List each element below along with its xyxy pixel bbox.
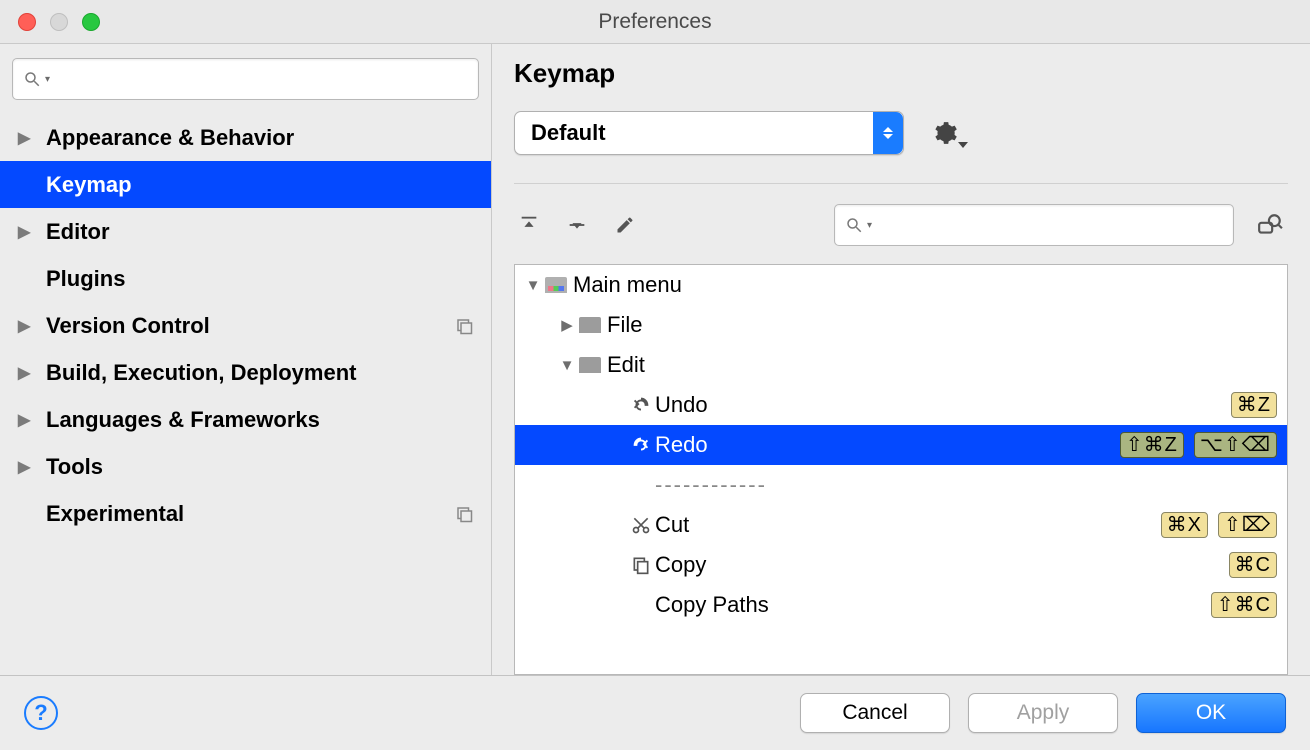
tree-action-copy-paths[interactable]: Copy Paths ⇧⌘C <box>515 585 1287 625</box>
shortcut-badge: ⇧⌦ <box>1218 512 1277 538</box>
expand-arrow-icon: ▶ <box>18 222 46 242</box>
expand-arrow-icon: ▼ <box>521 277 545 294</box>
zoom-window-button[interactable] <box>82 13 100 31</box>
sidebar-item-build-execution-deployment[interactable]: ▶ Build, Execution, Deployment <box>0 349 491 396</box>
sidebar: ▾ ▶ Appearance & Behavior Keymap ▶ Edito… <box>0 44 492 675</box>
expand-arrow-icon: ▶ <box>18 316 46 336</box>
tree-action-cut[interactable]: Cut ⌘X ⇧⌦ <box>515 505 1287 545</box>
collapse-all-button[interactable] <box>562 214 592 236</box>
keymap-settings-button[interactable] <box>932 120 958 146</box>
redo-icon <box>627 434 655 456</box>
expand-all-button[interactable] <box>514 214 544 236</box>
sidebar-item-plugins[interactable]: Plugins <box>0 255 491 302</box>
expand-arrow-icon: ▶ <box>555 316 579 334</box>
chevron-down-icon: ▾ <box>45 74 50 85</box>
sidebar-item-tools[interactable]: ▶ Tools <box>0 443 491 490</box>
tree-node-edit[interactable]: ▼ Edit <box>515 345 1287 385</box>
chevron-down-icon: ▾ <box>867 220 872 231</box>
window-controls <box>18 13 100 31</box>
project-badge-icon <box>455 505 473 523</box>
tree-action-redo[interactable]: Redo ⇧⌘Z ⌥⇧⌫ <box>515 425 1287 465</box>
tree-action-copy[interactable]: Copy ⌘C <box>515 545 1287 585</box>
content: Keymap Default <box>492 44 1310 675</box>
sidebar-item-appearance-behavior[interactable]: ▶ Appearance & Behavior <box>0 114 491 161</box>
undo-icon <box>627 394 655 416</box>
shortcut-badge: ⌥⇧⌫ <box>1194 432 1277 458</box>
expand-arrow-icon: ▶ <box>18 363 46 383</box>
tree-action-undo[interactable]: Undo ⌘Z <box>515 385 1287 425</box>
minimize-window-button <box>50 13 68 31</box>
sidebar-item-languages-frameworks[interactable]: ▶ Languages & Frameworks <box>0 396 491 443</box>
sidebar-item-editor[interactable]: ▶ Editor <box>0 208 491 255</box>
titlebar: Preferences <box>0 0 1310 44</box>
tree-separator: ------------ <box>515 465 1287 505</box>
folder-icon <box>579 317 607 333</box>
tree-node-file[interactable]: ▶ File <box>515 305 1287 345</box>
shortcut-badge: ⇧⌘Z <box>1120 432 1184 458</box>
shortcut-badge: ⌘X <box>1161 512 1208 538</box>
shortcut-badge: ⌘Z <box>1231 392 1277 418</box>
apply-button: Apply <box>968 693 1118 733</box>
actions-search-input[interactable] <box>876 214 1223 236</box>
shortcut-badge: ⇧⌘C <box>1211 592 1277 618</box>
help-button[interactable]: ? <box>24 696 58 730</box>
sidebar-search[interactable]: ▾ <box>12 58 479 100</box>
sidebar-search-input[interactable] <box>54 68 468 90</box>
cut-icon <box>627 515 655 535</box>
tree-node-main-menu[interactable]: ▼ Main menu <box>515 265 1287 305</box>
keymap-tree[interactable]: ▼ Main menu ▶ File ▼ Edit Undo ⌘Z <box>514 264 1288 675</box>
dialog-footer: ? Cancel Apply OK <box>0 675 1310 750</box>
sidebar-item-keymap[interactable]: Keymap <box>0 161 491 208</box>
project-badge-icon <box>455 317 473 335</box>
expand-arrow-icon: ▶ <box>18 128 46 148</box>
ok-button[interactable]: OK <box>1136 693 1286 733</box>
select-caret-icon <box>873 112 903 154</box>
expand-arrow-icon: ▼ <box>555 357 579 374</box>
menu-folder-icon <box>545 277 573 293</box>
sidebar-item-experimental[interactable]: Experimental <box>0 490 491 537</box>
keymap-scheme-select[interactable]: Default <box>514 111 904 155</box>
keymap-scheme-value: Default <box>531 120 606 146</box>
cancel-button[interactable]: Cancel <box>800 693 950 733</box>
find-by-shortcut-button[interactable] <box>1252 212 1288 238</box>
copy-icon <box>627 555 655 575</box>
sidebar-item-version-control[interactable]: ▶ Version Control <box>0 302 491 349</box>
search-icon <box>845 216 863 234</box>
window-title: Preferences <box>598 10 711 34</box>
expand-arrow-icon: ▶ <box>18 457 46 477</box>
expand-arrow-icon: ▶ <box>18 410 46 430</box>
edit-shortcut-button[interactable] <box>610 215 640 235</box>
page-title: Keymap <box>514 58 1288 89</box>
search-icon <box>23 70 41 88</box>
folder-icon <box>579 357 607 373</box>
actions-search[interactable]: ▾ <box>834 204 1234 246</box>
shortcut-badge: ⌘C <box>1229 552 1277 578</box>
close-window-button[interactable] <box>18 13 36 31</box>
